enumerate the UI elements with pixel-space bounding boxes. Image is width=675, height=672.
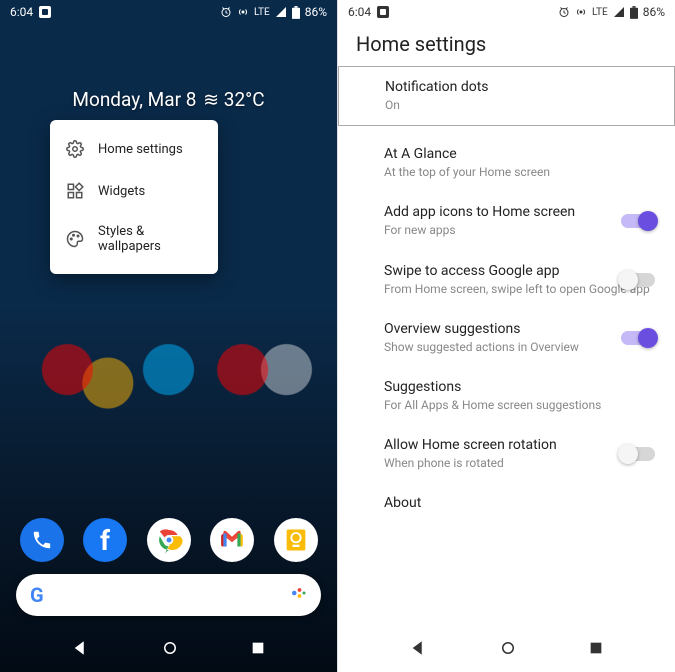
alarm-icon xyxy=(220,6,232,18)
setting-about[interactable]: About xyxy=(354,483,659,525)
nav-home-icon[interactable] xyxy=(161,639,179,661)
nav-bar xyxy=(338,628,675,672)
setting-subtitle: For All Apps & Home screen suggestions xyxy=(384,397,659,413)
palette-icon xyxy=(66,230,84,248)
setting-overview-suggestions[interactable]: Overview suggestions Show suggested acti… xyxy=(354,309,659,367)
menu-home-settings-label: Home settings xyxy=(98,142,183,157)
dock: f xyxy=(0,518,337,562)
setting-title: Add app icons to Home screen xyxy=(384,204,659,220)
app-phone[interactable] xyxy=(20,518,64,562)
toggle-switch[interactable] xyxy=(621,214,655,228)
home-long-press-menu: Home settings Widgets Styles & wallpaper… xyxy=(50,120,218,274)
app-facebook[interactable]: f xyxy=(83,518,127,562)
setting-subtitle: On xyxy=(385,97,658,113)
setting-subtitle: Show suggested actions in Overview xyxy=(384,339,659,355)
status-battery-pct: 86% xyxy=(643,5,665,19)
setting-allow-rotation[interactable]: Allow Home screen rotation When phone is… xyxy=(354,425,659,483)
menu-widgets-label: Widgets xyxy=(98,184,145,199)
menu-styles-label: Styles & wallpapers xyxy=(98,224,202,254)
setting-at-a-glance[interactable]: At A Glance At the top of your Home scre… xyxy=(354,134,659,192)
status-lte: LTE xyxy=(254,7,270,18)
setting-subtitle: For new apps xyxy=(384,222,659,238)
temp-text: 32°C xyxy=(224,88,265,111)
toggle-switch[interactable] xyxy=(621,273,655,287)
hotspot-icon xyxy=(575,6,587,18)
setting-title: Suggestions xyxy=(384,379,659,395)
date-text: Monday, Mar 8 xyxy=(72,88,196,111)
nav-home-icon[interactable] xyxy=(499,639,517,661)
setting-subtitle: At the top of your Home screen xyxy=(384,164,659,180)
weather-fog-icon: ≋ xyxy=(203,88,217,111)
setting-title: Notification dots xyxy=(385,79,658,95)
toggle-switch[interactable] xyxy=(621,331,655,345)
status-bar: 6:04 LTE 86% xyxy=(0,0,337,24)
setting-title: At A Glance xyxy=(384,146,659,162)
page-title: Home settings xyxy=(356,32,486,56)
status-bar: 6:04 LTE 86% xyxy=(338,0,675,24)
setting-title: About xyxy=(384,495,659,511)
alarm-icon xyxy=(558,6,570,18)
nav-recents-icon[interactable] xyxy=(588,640,604,660)
nav-back-icon[interactable] xyxy=(409,639,427,661)
battery-icon xyxy=(292,6,300,19)
widgets-icon xyxy=(66,182,84,200)
app-keep[interactable] xyxy=(274,518,318,562)
hotspot-icon xyxy=(237,6,249,18)
setting-swipe-google-app[interactable]: Swipe to access Google app From Home scr… xyxy=(354,251,659,309)
menu-home-settings[interactable]: Home settings xyxy=(50,128,218,170)
date-weather-widget[interactable]: Monday, Mar 8 ≋ 32°C xyxy=(0,88,337,111)
google-search-bar[interactable]: G xyxy=(16,574,321,616)
setting-add-app-icons[interactable]: Add app icons to Home screen For new app… xyxy=(354,192,659,250)
setting-suggestions[interactable]: Suggestions For All Apps & Home screen s… xyxy=(354,367,659,425)
nav-back-icon[interactable] xyxy=(71,639,89,661)
assistant-mic-icon[interactable] xyxy=(289,584,307,606)
google-logo-icon: G xyxy=(30,583,44,607)
app-chrome[interactable] xyxy=(147,518,191,562)
phone-settings-screen: 6:04 LTE 86% Home settings Notificat xyxy=(338,0,675,672)
menu-widgets[interactable]: Widgets xyxy=(50,170,218,212)
notification-indicator-icon xyxy=(377,6,389,18)
phone-home-screen: 6:04 LTE 86% Monday, Mar 8 ≋ 32°C xyxy=(0,0,338,672)
nav-recents-icon[interactable] xyxy=(250,640,266,660)
status-time: 6:04 xyxy=(348,5,371,19)
signal-icon xyxy=(613,6,625,18)
battery-icon xyxy=(630,6,638,19)
settings-list: Notification dots On At A Glance At the … xyxy=(338,66,675,525)
app-gmail[interactable] xyxy=(210,518,254,562)
gear-icon xyxy=(66,140,84,158)
status-battery-pct: 86% xyxy=(305,5,327,19)
notification-indicator-icon xyxy=(39,6,51,18)
status-lte: LTE xyxy=(592,7,608,18)
menu-styles-wallpapers[interactable]: Styles & wallpapers xyxy=(50,212,218,266)
setting-notification-dots[interactable]: Notification dots On xyxy=(338,66,675,126)
setting-title: Overview suggestions xyxy=(384,321,659,337)
status-time: 6:04 xyxy=(10,5,33,19)
toggle-switch[interactable] xyxy=(621,447,655,461)
signal-icon xyxy=(275,6,287,18)
nav-bar xyxy=(0,628,337,672)
